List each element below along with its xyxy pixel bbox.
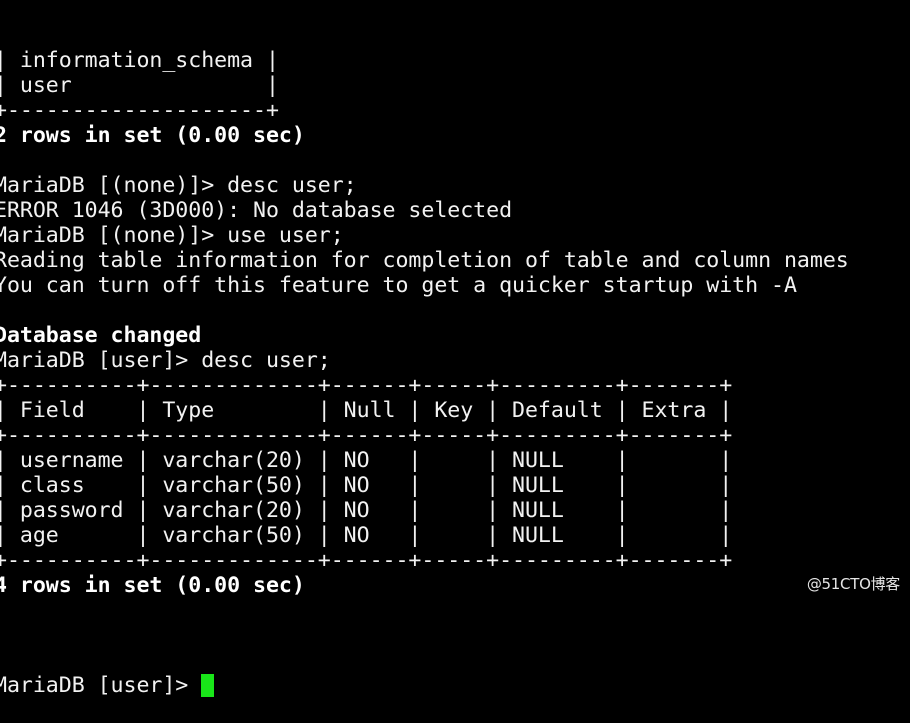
terminal-line: MariaDB [(none)]> use user; [0,223,344,248]
terminal-line: 4 rows in set (0.00 sec) [0,573,305,598]
terminal-line: Database changed [0,323,202,348]
terminal-line: 2 rows in set (0.00 sec) [0,123,305,148]
terminal-line: +--------------------+ [0,98,279,123]
terminal-output: | information_schema | | user | +---------… [0,48,910,623]
prompt-line[interactable]: MariaDB [user]> [0,673,910,698]
terminal-line: | user | [0,73,279,98]
prompt: MariaDB [user]> [0,673,202,698]
terminal-line: +----------+-------------+------+-----+-… [0,548,733,573]
terminal-line: Reading table information for completion… [0,248,849,273]
terminal-line: | username | varchar(20) | NO | | NULL |… [0,448,733,473]
terminal-line: MariaDB [(none)]> desc user; [0,173,357,198]
terminal-line: MariaDB [user]> desc user; [0,348,331,373]
terminal-line: | age | varchar(50) | NO | | NULL | | [0,523,733,548]
terminal-line: You can turn off this feature to get a q… [0,273,797,298]
cursor [201,674,215,697]
terminal-line: | information_schema | [0,48,279,73]
terminal-line: | class | varchar(50) | NO | | NULL | | [0,473,733,498]
watermark: @51CTO博客 [806,575,900,593]
terminal-line: | Field | Type | Null | Key | Default | … [0,398,733,423]
terminal-window[interactable]: | information_schema | | user | +---------… [0,0,910,698]
terminal-line: ERROR 1046 (3D000): No database selected [0,198,513,223]
terminal-line: | password | varchar(20) | NO | | NULL |… [0,498,733,523]
terminal-line: +----------+-------------+------+-----+-… [0,423,733,448]
terminal-line: +----------+-------------+------+-----+-… [0,373,733,398]
